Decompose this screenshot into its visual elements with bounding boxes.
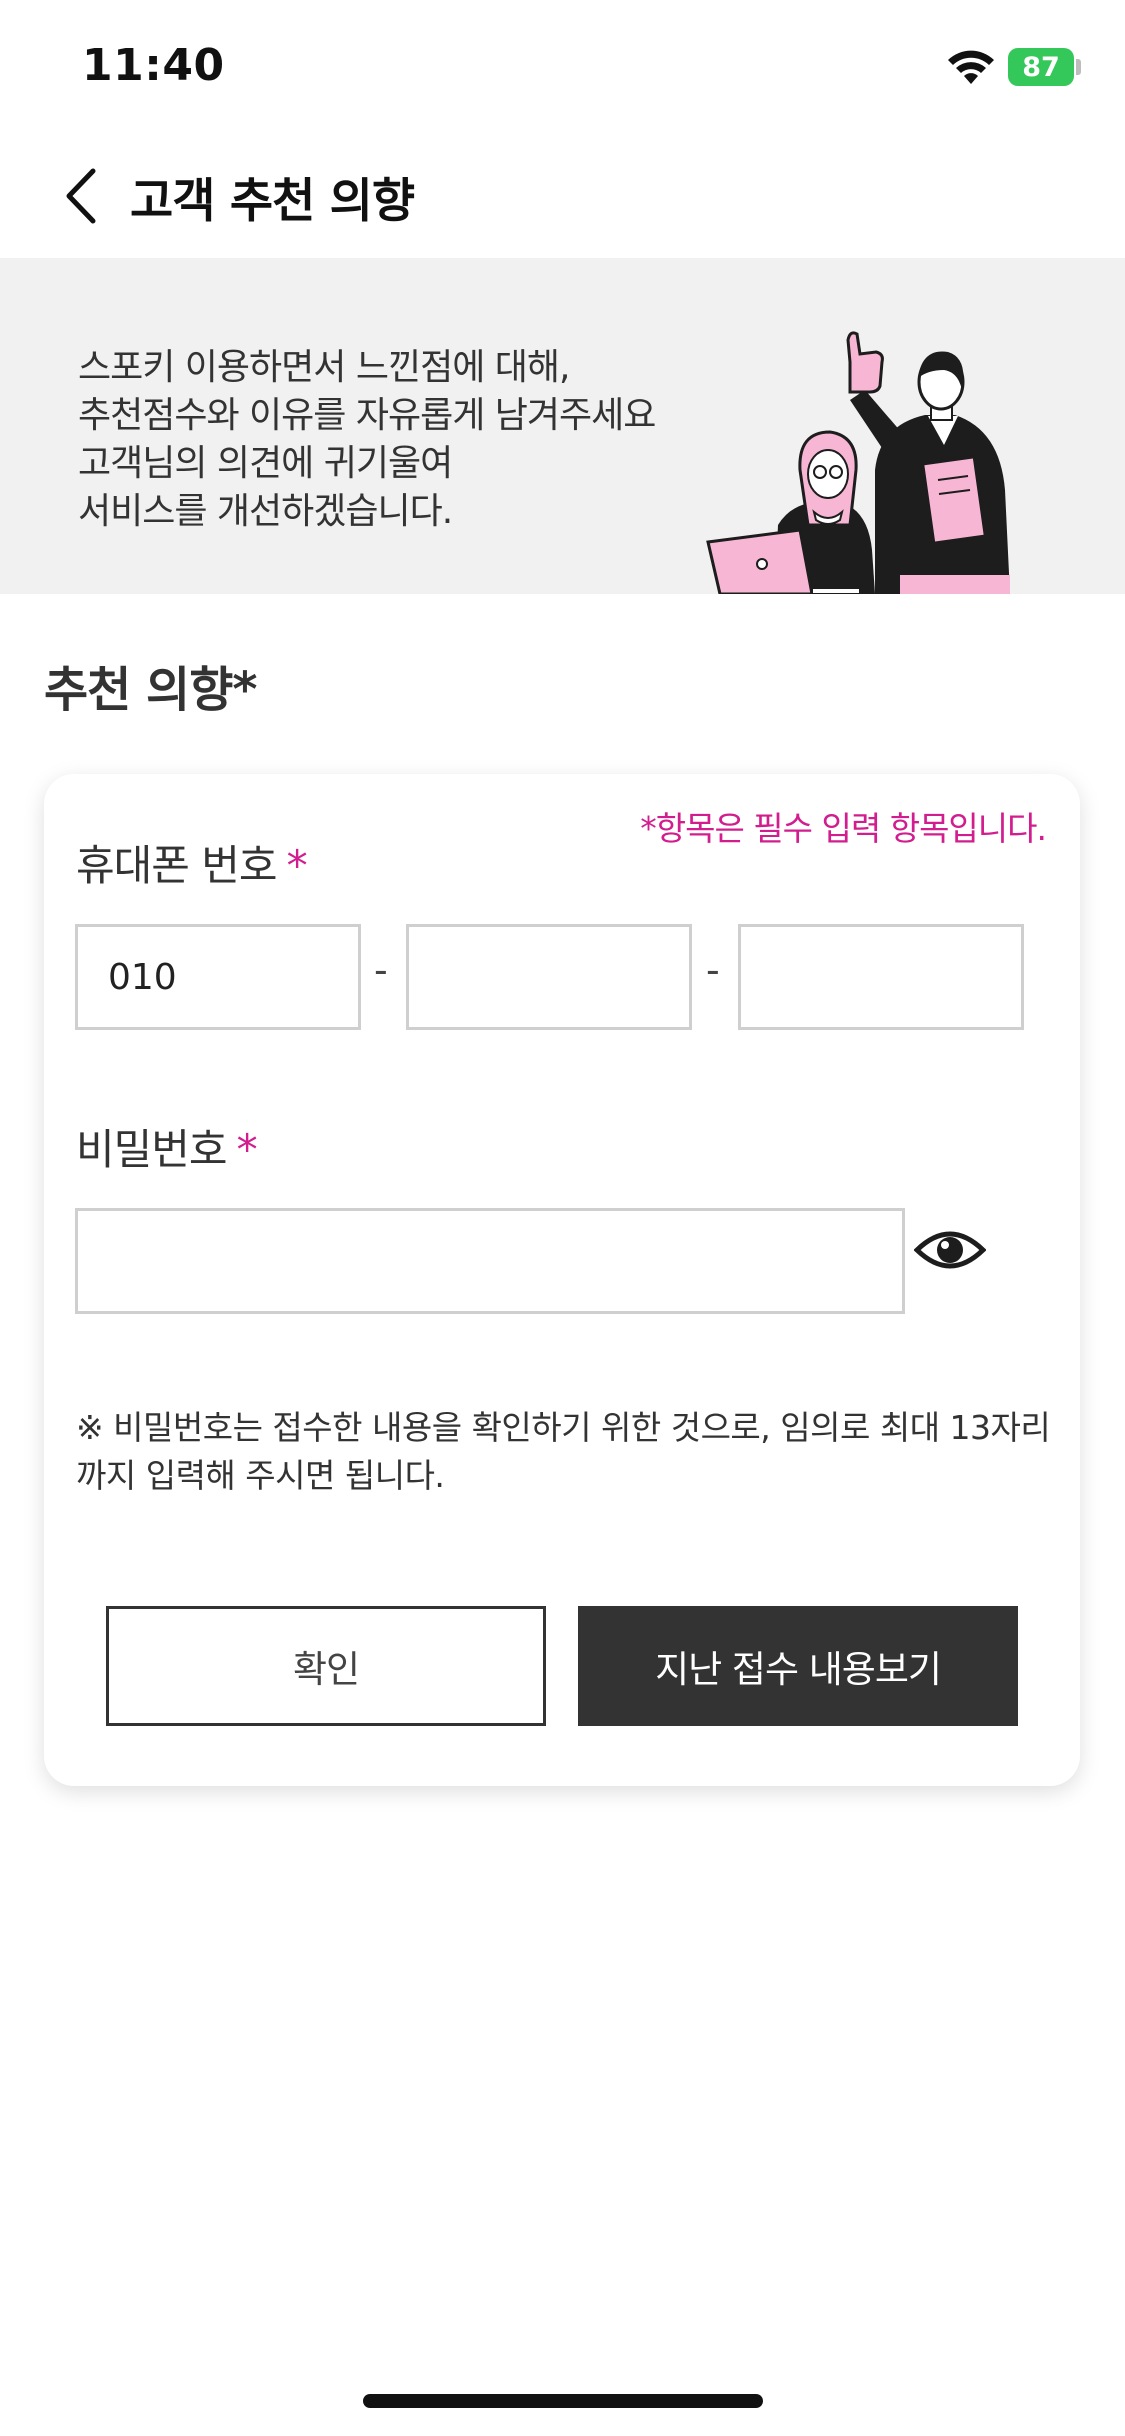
home-indicator[interactable] bbox=[363, 2394, 763, 2408]
info-banner: 스포키 이용하면서 느낀점에 대해, 추천점수와 이유를 자유롭게 남겨주세요 … bbox=[0, 258, 1125, 594]
chevron-left-icon bbox=[66, 168, 96, 224]
page-title: 고객 추천 의향 bbox=[130, 174, 415, 229]
battery-cap bbox=[1076, 59, 1081, 75]
phone-separator: - bbox=[706, 948, 720, 992]
phone-label: 휴대폰 번호 * bbox=[76, 832, 308, 893]
back-button[interactable] bbox=[50, 160, 110, 232]
phone-part3-input[interactable] bbox=[738, 924, 1024, 1030]
phone-part1-input[interactable] bbox=[75, 924, 361, 1030]
password-input[interactable] bbox=[75, 1208, 905, 1314]
battery-level: 87 bbox=[1022, 51, 1060, 83]
banner-line: 추천점수와 이유를 자유롭게 남겨주세요 bbox=[78, 395, 656, 436]
status-time: 11:40 bbox=[82, 40, 225, 91]
required-star: * bbox=[286, 841, 308, 890]
banner-line: 스포키 이용하면서 느낀점에 대해, bbox=[78, 347, 570, 388]
banner-line: 서비스를 개선하겠습니다. bbox=[78, 491, 453, 532]
view-history-button[interactable]: 지난 접수 내용보기 bbox=[578, 1606, 1018, 1726]
people-illustration bbox=[706, 331, 1010, 594]
section-title: 추천 의향* bbox=[44, 662, 257, 718]
phone-part2-input[interactable] bbox=[406, 924, 692, 1030]
required-note: *항목은 필수 입력 항목입니다. bbox=[640, 809, 1047, 848]
battery-indicator: 87 bbox=[1008, 48, 1074, 86]
password-notice: ※ 비밀번호는 접수한 내용을 확인하기 위한 것으로, 임의로 최대 13자리… bbox=[76, 1408, 1051, 1495]
phone-separator: - bbox=[374, 948, 388, 992]
eye-icon[interactable] bbox=[914, 1224, 986, 1276]
phone-label-text: 휴대폰 번호 bbox=[76, 841, 278, 890]
password-label: 비밀번호 * bbox=[76, 1116, 258, 1177]
banner-line: 고객님의 의견에 귀기울여 bbox=[78, 443, 453, 484]
password-label-text: 비밀번호 bbox=[76, 1125, 228, 1174]
form-card: *항목은 필수 입력 항목입니다. 휴대폰 번호* - - 비밀번호* ※ 비밀… bbox=[44, 774, 1080, 1786]
required-star: * bbox=[236, 1125, 258, 1174]
confirm-button[interactable]: 확인 bbox=[106, 1606, 546, 1726]
banner-text: 스포키 이용하면서 느낀점에 대해, 추천점수와 이유를 자유롭게 남겨주세요 … bbox=[78, 344, 656, 536]
wifi-icon bbox=[948, 50, 994, 84]
